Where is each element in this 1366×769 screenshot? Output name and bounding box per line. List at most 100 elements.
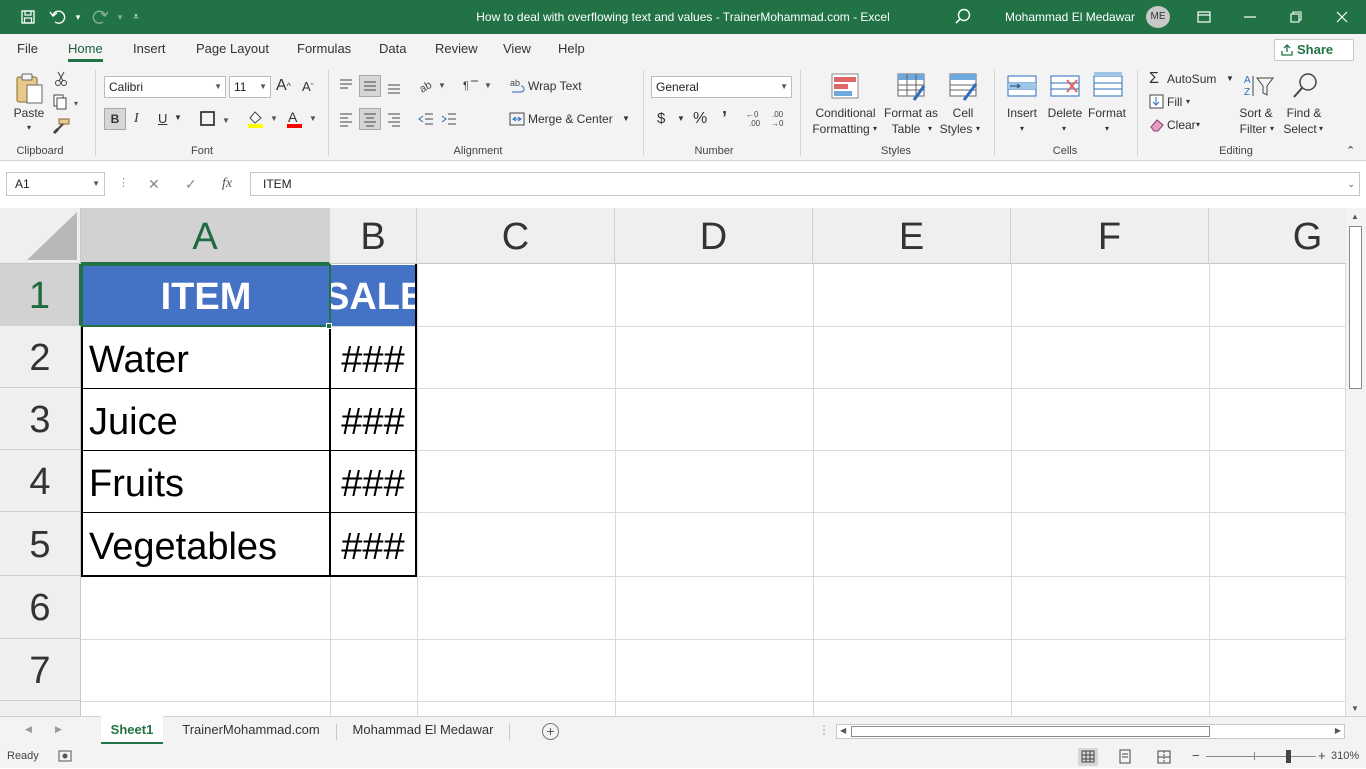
column-header-b[interactable]: B: [330, 208, 417, 264]
cell-b4[interactable]: ###: [333, 452, 413, 512]
scroll-up-icon[interactable]: ▲: [1351, 212, 1359, 221]
insert-function-icon[interactable]: fx: [222, 176, 232, 192]
clear-icon[interactable]: [1149, 117, 1165, 136]
conditional-formatting-icon[interactable]: [830, 72, 860, 105]
wrap-text-icon[interactable]: ab: [510, 77, 526, 98]
sheet-tab-sheet1[interactable]: Sheet1: [101, 716, 163, 744]
merge-center-button[interactable]: Merge & Center: [528, 112, 613, 126]
find-select-dropdown-icon[interactable]: ▾: [1316, 121, 1326, 137]
collapse-ribbon-icon[interactable]: ⌃: [1346, 144, 1355, 157]
format-cells-label[interactable]: Format: [1086, 105, 1128, 121]
middle-align-icon[interactable]: [359, 75, 381, 97]
cell-styles-icon[interactable]: [948, 72, 980, 105]
delete-cells-dropdown-icon[interactable]: ▾: [1059, 121, 1069, 137]
sort-filter-label-1[interactable]: Sort &: [1238, 105, 1274, 121]
ribbon-display-options-icon[interactable]: [1181, 0, 1227, 34]
paste-label[interactable]: Paste: [12, 105, 46, 121]
align-center-icon[interactable]: [359, 108, 381, 130]
copy-icon[interactable]: ▾: [52, 94, 82, 113]
font-name-select[interactable]: Calibri ▼: [104, 76, 226, 98]
increase-font-size-icon[interactable]: A ^: [276, 77, 291, 95]
row-header-8[interactable]: [0, 701, 81, 716]
fill-button[interactable]: Fill: [1167, 95, 1182, 109]
column-header-f[interactable]: F: [1011, 208, 1209, 264]
new-sheet-icon[interactable]: +: [542, 723, 559, 740]
name-box[interactable]: A1 ▼: [6, 172, 105, 196]
format-cells-dropdown-icon[interactable]: ▾: [1102, 121, 1112, 137]
number-format-select[interactable]: General ▼: [651, 76, 792, 98]
format-as-table-dropdown-icon[interactable]: ▾: [925, 121, 935, 137]
clear-button[interactable]: Clear: [1167, 118, 1196, 132]
orientation-icon[interactable]: ab ▼: [417, 76, 448, 97]
increase-indent-icon[interactable]: [441, 111, 457, 130]
save-icon[interactable]: [16, 6, 40, 28]
page-break-view-icon[interactable]: [1156, 749, 1172, 768]
zoom-slider[interactable]: [1206, 756, 1316, 757]
search-icon[interactable]: [953, 7, 973, 27]
font-size-select[interactable]: 11 ▼: [229, 76, 271, 98]
sort-filter-label-2[interactable]: Filter: [1238, 121, 1268, 137]
insert-cells-label[interactable]: Insert: [1004, 105, 1040, 121]
zoom-level[interactable]: 310%: [1331, 750, 1359, 762]
tab-insert[interactable]: Insert: [133, 34, 166, 64]
customize-quick-access-icon[interactable]: ⩡: [124, 6, 148, 28]
cell-styles-label-1[interactable]: Cell: [945, 105, 981, 121]
conditional-formatting-label-2[interactable]: Formatting: [806, 121, 876, 137]
fill-dropdown-icon[interactable]: ▾: [1186, 97, 1190, 106]
sort-filter-dropdown-icon[interactable]: ▾: [1267, 121, 1277, 137]
format-as-table-label-1[interactable]: Format as: [880, 105, 942, 121]
italic-button[interactable]: I: [134, 111, 139, 127]
tab-view[interactable]: View: [503, 34, 531, 64]
row-header-2[interactable]: 2: [0, 326, 81, 388]
column-header-d[interactable]: D: [615, 208, 813, 264]
tab-data[interactable]: Data: [379, 34, 406, 64]
cell-styles-label-2[interactable]: Styles: [936, 121, 976, 137]
zoom-slider-thumb[interactable]: [1286, 750, 1291, 763]
fill-color-icon[interactable]: ▼: [246, 109, 280, 132]
zoom-in-icon[interactable]: +: [1318, 748, 1326, 763]
percent-button[interactable]: %: [693, 110, 707, 128]
vertical-scrollbar[interactable]: ▲ ▼: [1346, 208, 1366, 718]
tab-formulas[interactable]: Formulas: [297, 34, 351, 64]
paste-icon[interactable]: [14, 72, 44, 107]
text-direction-icon[interactable]: ¶ ▼: [462, 76, 492, 97]
currency-button[interactable]: $: [657, 110, 665, 127]
sheet-tab-mohammad-el-medawar[interactable]: Mohammad El Medawar: [342, 716, 504, 744]
column-header-a[interactable]: A: [81, 208, 330, 264]
column-header-g[interactable]: G: [1209, 208, 1346, 264]
select-all-corner[interactable]: [0, 208, 81, 264]
formula-input[interactable]: ITEM ⌄: [250, 172, 1360, 196]
borders-icon[interactable]: ▼: [200, 111, 232, 130]
macro-record-icon[interactable]: [58, 749, 72, 766]
conditional-formatting-label-1[interactable]: Conditional: [808, 105, 883, 121]
insert-cells-dropdown-icon[interactable]: ▾: [1017, 121, 1027, 137]
find-select-label-2[interactable]: Select: [1282, 121, 1318, 137]
merge-dropdown-icon[interactable]: ▼: [622, 114, 630, 123]
comma-style-button[interactable]: ’: [722, 108, 727, 129]
cell-b5[interactable]: ###: [333, 514, 413, 576]
normal-view-icon[interactable]: [1078, 748, 1098, 766]
cell-b3[interactable]: ###: [333, 390, 413, 450]
currency-dropdown-icon[interactable]: ▼: [677, 114, 685, 123]
cell-a4[interactable]: Fruits: [89, 452, 325, 512]
scroll-left-icon[interactable]: ◀: [840, 726, 846, 735]
tab-file[interactable]: File: [17, 34, 38, 64]
format-painter-icon[interactable]: [52, 118, 70, 137]
align-left-icon[interactable]: [338, 111, 354, 130]
delete-cells-label[interactable]: Delete: [1045, 105, 1085, 121]
underline-button[interactable]: U: [158, 111, 167, 126]
row-header-1[interactable]: 1: [0, 264, 81, 326]
bold-button[interactable]: B: [104, 108, 126, 130]
close-icon[interactable]: [1319, 0, 1365, 34]
tab-help[interactable]: Help: [558, 34, 585, 64]
align-right-icon[interactable]: [386, 111, 402, 130]
top-align-icon[interactable]: [338, 77, 354, 96]
tab-home[interactable]: Home: [68, 34, 103, 64]
zoom-out-icon[interactable]: −: [1192, 748, 1200, 763]
cell-a3[interactable]: Juice: [89, 390, 325, 450]
cell-styles-dropdown-icon[interactable]: ▾: [973, 121, 983, 137]
conditional-formatting-dropdown-icon[interactable]: ▾: [870, 121, 880, 137]
find-select-label-1[interactable]: Find &: [1284, 105, 1324, 121]
page-layout-view-icon[interactable]: [1117, 749, 1133, 768]
row-header-7[interactable]: 7: [0, 639, 81, 701]
